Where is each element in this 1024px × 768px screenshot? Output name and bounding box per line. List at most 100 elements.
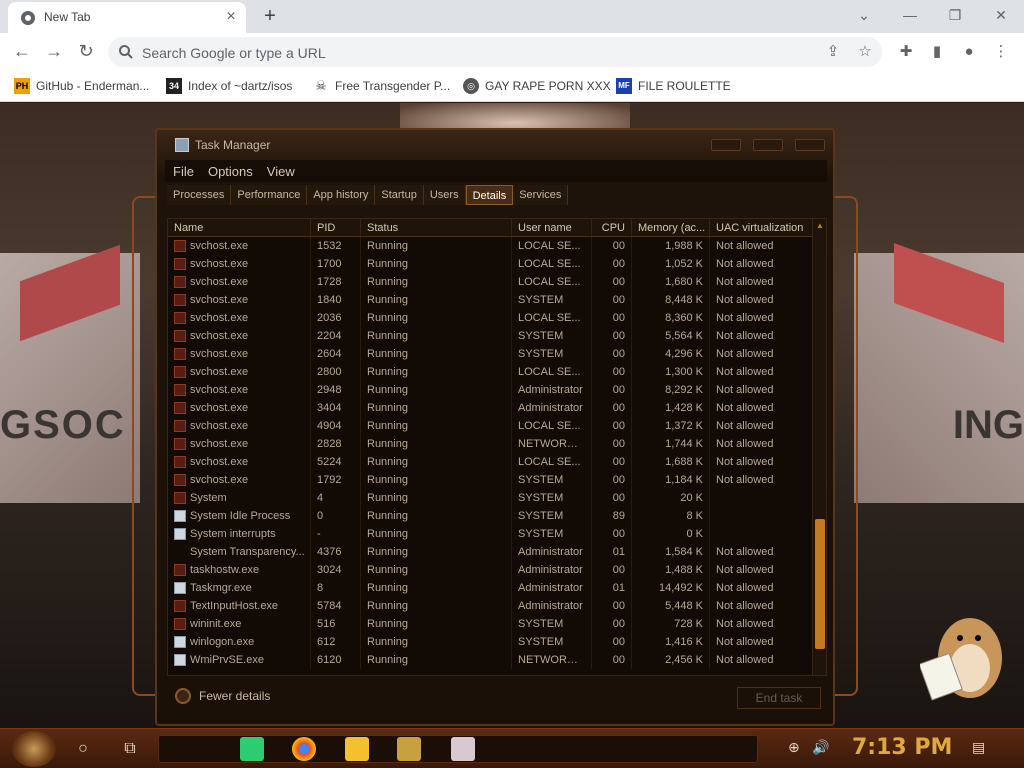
tab-startup[interactable]: Startup [375,185,424,205]
tab-users[interactable]: Users [423,185,466,205]
minimize-button[interactable] [711,139,741,151]
close-tab-icon[interactable]: × [222,8,240,26]
column-header-memory[interactable]: Memory (ac... [632,219,710,236]
tab-processes[interactable]: Processes [167,185,232,205]
spotify-icon[interactable] [240,737,264,761]
table-row[interactable]: winlogon.exe 612 Running SYSTEM 00 1,416 K Not… [168,633,814,651]
menu-icon[interactable]: ⋮ [990,41,1012,63]
process-name: svchost.exe [190,258,249,270]
table-row[interactable]: svchost.exe 2948 Running Administrator 00 8,2… [168,381,814,399]
table-row[interactable]: System Idle Process 0 Running SYSTEM 89 8 K [168,507,814,525]
table-row[interactable]: System interrupts - Running SYSTEM 00 0 K [168,525,814,543]
fewer-details-link[interactable]: Fewer details [175,688,270,704]
profile-avatar-icon[interactable]: ● [958,41,980,63]
volume-icon[interactable]: 🔊 [812,739,829,756]
column-header-user[interactable]: User name [512,219,592,236]
bookmark-item[interactable]: 34 Index of ~dartz/isos [166,76,292,96]
table-row[interactable]: svchost.exe 1700 Running LOCAL SE... 00 1,052… [168,255,814,273]
table-row[interactable]: svchost.exe 2604 Running SYSTEM 00 4,296 K Not… [168,345,814,363]
bookmark-item[interactable]: MF FILE ROULETTE [616,76,731,96]
table-row[interactable]: svchost.exe 5224 Running LOCAL SE... 00 1,688… [168,453,814,471]
table-row[interactable]: svchost.exe 1792 Running SYSTEM 00 1,184 K Not… [168,471,814,489]
cell-status: Running [361,579,512,597]
minimize-icon[interactable]: — [898,4,922,26]
end-task-button[interactable]: End task [737,687,821,709]
column-header-name[interactable]: Name [168,219,311,236]
vertical-scrollbar[interactable]: ▲ [812,219,826,675]
table-row[interactable]: TextInputHost.exe 5784 Running Administrato… [168,597,814,615]
share-icon[interactable]: ⇪ [824,43,842,61]
back-icon[interactable]: ← [10,40,34,64]
reload-icon[interactable]: ↻ [74,40,98,64]
notifications-icon[interactable]: ▤ [972,739,985,756]
process-icon [174,366,186,378]
restore-icon[interactable]: ❐ [943,4,967,26]
table-row[interactable]: svchost.exe 2800 Running LOCAL SE... 00 1,300… [168,363,814,381]
cell-user: LOCAL SE... [512,255,592,273]
new-tab-button[interactable]: + [258,5,282,29]
cell-user: Administrator [512,381,592,399]
game-icon[interactable] [397,737,421,761]
address-bar[interactable]: Search Google or type a URL ⇪ ☆ [108,37,882,67]
cell-uac: Not allowed [710,273,814,291]
table-row[interactable]: svchost.exe 1728 Running LOCAL SE... 00 1,680… [168,273,814,291]
extensions-icon[interactable]: ✚ [895,41,917,63]
column-header-pid[interactable]: PID [311,219,361,236]
table-row[interactable]: WmiPrvSE.exe 6120 Running NETWORK ... 00 2,45… [168,651,814,669]
task-view-icon[interactable]: ⧉ [118,737,142,761]
bookmark-star-icon[interactable]: ☆ [856,43,874,61]
chrome-icon[interactable] [292,737,316,761]
tab-performance[interactable]: Performance [231,185,308,205]
table-row[interactable]: svchost.exe 1532 Running LOCAL SE... 00 1,988… [168,237,814,255]
table-row[interactable]: svchost.exe 3404 Running Administrator 00 1,4… [168,399,814,417]
task-manager-icon [175,138,189,152]
column-header-uac[interactable]: UAC virtualization [710,219,814,236]
photos-icon[interactable] [451,737,475,761]
start-button-icon[interactable] [12,731,56,767]
table-row[interactable]: wininit.exe 516 Running SYSTEM 00 728 K Not al… [168,615,814,633]
table-row[interactable]: Taskmgr.exe 8 Running Administrator 01 14,492… [168,579,814,597]
table-row[interactable]: System Transparency... 4376 Running Adminis… [168,543,814,561]
scrollbar-thumb[interactable] [815,519,825,649]
tab-services[interactable]: Services [513,185,569,205]
column-header-status[interactable]: Status [361,219,512,236]
cell-pid: 1728 [311,273,361,291]
scroll-up-icon[interactable]: ▲ [815,221,825,231]
network-icon[interactable]: ⊕ [788,739,800,756]
bookmark-item[interactable]: ☠ Free Transgender P... [313,76,450,96]
table-row[interactable]: svchost.exe 2828 Running NETWORK ... 00 1,744… [168,435,814,453]
cell-mem: 8,292 K [632,381,710,399]
bookmark-item[interactable]: ◎ GAY RAPE PORN XXX [463,76,611,96]
file-explorer-icon[interactable] [345,737,369,761]
column-header-cpu[interactable]: CPU [592,219,632,236]
tab-search-icon[interactable]: ⌄ [852,4,876,26]
cell-status: Running [361,615,512,633]
menu-view[interactable]: View [267,164,295,179]
table-row[interactable]: System 4 Running SYSTEM 00 20 K [168,489,814,507]
tab-app-history[interactable]: App history [307,185,376,205]
close-window-icon[interactable]: ✕ [989,4,1013,26]
table-row[interactable]: taskhostw.exe 3024 Running Administrator 00 1… [168,561,814,579]
cortana-icon[interactable]: ○ [71,737,95,761]
cell-cpu: 00 [592,417,632,435]
clock[interactable]: 7:13 PM [852,735,952,760]
menu-file[interactable]: File [173,164,194,179]
tab-details[interactable]: Details [465,185,514,205]
maximize-button[interactable] [753,139,783,151]
table-row[interactable]: svchost.exe 2036 Running LOCAL SE... 00 8,360… [168,309,814,327]
side-panel-icon[interactable]: ▮ [926,41,948,63]
table-row[interactable]: svchost.exe 1840 Running SYSTEM 00 8,448 K Not… [168,291,814,309]
cell-pid: 1792 [311,471,361,489]
close-button[interactable] [795,139,825,151]
cell-uac: Not allowed [710,471,814,489]
bookmark-item[interactable]: PH GitHub - Enderman... [14,76,149,96]
cell-name: winlogon.exe [168,633,311,651]
table-row[interactable]: svchost.exe 2204 Running SYSTEM 00 5,564 K Not… [168,327,814,345]
menu-options[interactable]: Options [208,164,253,179]
hamster-desktop-pet-icon[interactable] [920,603,1010,713]
wallpaper-wall-left [0,244,140,503]
forward-icon[interactable]: → [42,40,66,64]
table-row[interactable]: svchost.exe 4904 Running LOCAL SE... 00 1,372… [168,417,814,435]
tab-new-tab[interactable]: New Tab × [8,2,246,33]
pornhub-icon: PH [14,78,30,94]
